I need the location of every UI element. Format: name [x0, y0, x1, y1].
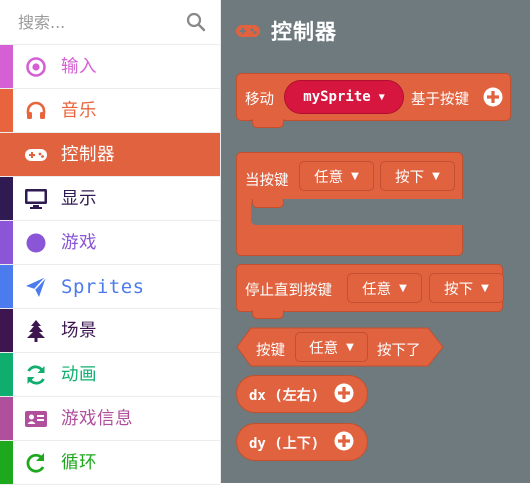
- category-loops[interactable]: 循环: [0, 441, 220, 485]
- category-label: 动画: [61, 365, 97, 385]
- dropdown-value: 任意: [309, 340, 339, 357]
- block-move-sprite-with-buttons[interactable]: 移动 mySprite ▼ 基于按键: [236, 73, 511, 128]
- plus-icon[interactable]: [333, 382, 355, 404]
- blocks-flyout: 控制器 移动 mySprite ▼ 基于按键 当按键 任意 ▼ 按下 ▼ 停止直到按键…: [221, 0, 530, 483]
- block-dx[interactable]: dx (左右): [236, 375, 368, 413]
- search-icon[interactable]: [186, 12, 206, 32]
- category-game-info[interactable]: 游戏信息: [0, 397, 220, 441]
- category-music[interactable]: 音乐: [0, 89, 220, 133]
- block-label: 按键: [256, 343, 285, 359]
- category-color-bar: [0, 265, 13, 308]
- slot-notch: [252, 199, 284, 208]
- loop-icon: [24, 451, 48, 475]
- category-label: 音乐: [61, 101, 97, 121]
- dropdown-value: 按下: [395, 169, 425, 186]
- monitor-icon: [24, 187, 48, 211]
- sprite-variable-dropdown[interactable]: mySprite ▼: [284, 80, 404, 114]
- category-color-bar: [0, 45, 13, 88]
- category-label: Sprites: [61, 276, 145, 298]
- category-color-bar: [0, 89, 13, 132]
- category-label: 循环: [61, 453, 97, 473]
- flyout-title: 控制器: [235, 16, 337, 46]
- dropdown-arrow-icon: ▼: [351, 170, 359, 182]
- dropdown-arrow-icon: ▼: [346, 341, 354, 353]
- dropdown-value: 按下: [444, 281, 474, 298]
- target-icon: [24, 55, 48, 79]
- block-label-suffix: 按下了: [377, 343, 421, 359]
- button-select-dropdown[interactable]: 任意 ▼: [347, 273, 422, 303]
- sprite-variable-label: mySprite: [303, 89, 371, 105]
- category-label: 场景: [61, 321, 97, 341]
- block-on-button-event[interactable]: 当按键 任意 ▼ 按下 ▼: [236, 152, 463, 256]
- flyout-title-text: 控制器: [271, 20, 337, 44]
- category-label: 显示: [61, 189, 97, 209]
- category-scene[interactable]: 场景: [0, 309, 220, 353]
- dropdown-value: 任意: [362, 281, 392, 298]
- headphones-icon: [24, 99, 48, 123]
- block-notch: [252, 119, 284, 128]
- button-select-dropdown[interactable]: 任意 ▼: [299, 161, 374, 191]
- category-label: 游戏: [61, 233, 97, 253]
- category-color-bar: [0, 397, 13, 440]
- block-label: dy (上下): [249, 436, 320, 452]
- event-select-dropdown[interactable]: 按下 ▼: [380, 161, 455, 191]
- block-label: dx (左右): [249, 388, 320, 404]
- event-select-dropdown[interactable]: 按下 ▼: [429, 273, 504, 303]
- refresh-icon: [24, 363, 48, 387]
- category-color-bar: [0, 309, 13, 352]
- dropdown-arrow-icon: ▼: [481, 282, 489, 294]
- gamepad-icon: [24, 143, 48, 167]
- id-card-icon: [24, 407, 48, 431]
- category-game[interactable]: 游戏: [0, 221, 220, 265]
- category-label: 控制器: [61, 145, 115, 165]
- category-label: 输入: [61, 57, 97, 77]
- circle-icon: [24, 231, 48, 255]
- gamepad-icon: [236, 25, 260, 37]
- dropdown-arrow-icon: ▼: [378, 91, 385, 103]
- category-color-bar: [0, 353, 13, 396]
- plus-icon[interactable]: [333, 430, 355, 452]
- block-label-suffix: 基于按键: [411, 92, 469, 108]
- category-sprites[interactable]: Sprites: [0, 265, 220, 309]
- block-label: 移动: [245, 92, 274, 108]
- block-dy[interactable]: dy (上下): [236, 423, 368, 461]
- button-select-dropdown[interactable]: 任意 ▼: [295, 332, 368, 362]
- block-pause-until-button[interactable]: 停止直到按键 任意 ▼ 按下 ▼: [236, 264, 504, 319]
- paper-plane-icon: [24, 275, 48, 299]
- category-display[interactable]: 显示: [0, 177, 220, 221]
- category-color-bar: [0, 177, 13, 220]
- category-controller[interactable]: 控制器: [0, 133, 220, 177]
- category-color-bar: [0, 221, 13, 264]
- block-label: 当按键: [245, 173, 289, 189]
- block-button-is-pressed[interactable]: 按键 任意 ▼ 按下了: [236, 327, 444, 367]
- tree-icon: [24, 319, 48, 343]
- category-label: 游戏信息: [61, 409, 133, 429]
- category-color-bar: [0, 441, 13, 484]
- dropdown-arrow-icon: ▼: [399, 282, 407, 294]
- category-animation[interactable]: 动画: [0, 353, 220, 397]
- dropdown-arrow-icon: ▼: [432, 170, 440, 182]
- search-input[interactable]: [18, 12, 178, 32]
- search-bar: [0, 0, 220, 45]
- plus-icon[interactable]: [482, 86, 504, 108]
- block-label: 停止直到按键: [245, 283, 332, 299]
- toolbox-sidebar: 输入 音乐 控制器 显示 游戏 Sprites: [0, 0, 221, 485]
- block-notch: [252, 310, 284, 319]
- category-input[interactable]: 输入: [0, 45, 220, 89]
- dropdown-value: 任意: [314, 169, 344, 186]
